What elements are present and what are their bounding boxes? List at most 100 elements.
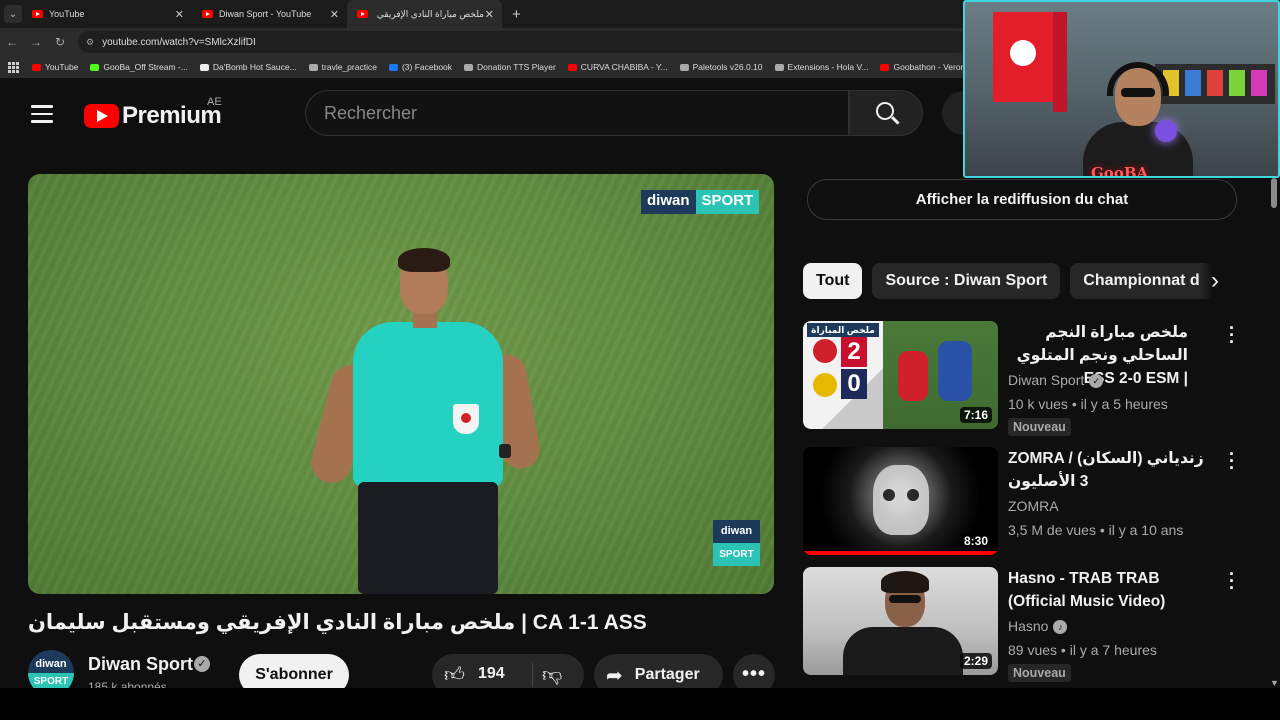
like-count[interactable]: 194 (478, 665, 505, 683)
bookmark-item[interactable]: (3) Facebook (388, 62, 452, 72)
bookmark-item[interactable]: CURVA CHABIBA - Y... (567, 62, 668, 72)
bookmark-item[interactable]: Donation TTS Player (464, 62, 556, 72)
referee-badge-icon (453, 404, 479, 434)
more-vert-icon[interactable]: · · · (1227, 565, 1237, 597)
chevron-right-icon[interactable]: › (1200, 263, 1230, 301)
bookmark-favicon-icon (199, 63, 209, 71)
bookmark-item[interactable]: Da'Bomb Hot Sauce... (199, 62, 297, 72)
corner-logo-diwan: diwan (713, 520, 760, 543)
chip-all[interactable]: Tout (803, 263, 863, 299)
search-input[interactable]: Rechercher (305, 90, 849, 136)
forward-icon[interactable]: → (24, 35, 48, 49)
taskbar-area (0, 688, 1280, 720)
bookmark-favicon-icon (32, 63, 41, 71)
new-badge: Nouveau (1008, 664, 1071, 682)
bookmark-favicon-icon (567, 63, 577, 71)
duration: 8:30 (959, 533, 992, 549)
tab-title: Diwan Sport - YouTube (219, 9, 312, 19)
more-vert-icon[interactable]: · · · (1227, 319, 1237, 351)
home-crest-icon (813, 339, 837, 363)
like-icon[interactable]: 👍︎ (444, 663, 465, 687)
reload-icon[interactable]: ↻ (48, 35, 72, 49)
video-thumbnail[interactable]: 2:29 (803, 567, 998, 675)
search-button[interactable] (849, 90, 923, 136)
youtube-play-icon (84, 104, 119, 128)
apps-grid-icon[interactable] (8, 62, 19, 73)
rec-age: il y a 7 heures (1069, 642, 1157, 658)
video-player[interactable]: diwan SPORT diwan SPORT (28, 174, 774, 594)
scoreboard: 2 0 (809, 335, 867, 407)
rec-meta: 3,5 M de vues • il y a 10 ans (1008, 522, 1184, 538)
share-icon: ➦ (606, 664, 623, 687)
bookmark-label: GooBa_Off Stream -... (103, 62, 188, 72)
rec-meta: 89 vues • il y a 7 heures (1008, 642, 1157, 658)
share-label: Partager (634, 666, 700, 683)
bookmark-label: YouTube (45, 62, 79, 72)
verified-badge-icon: ✓ (1089, 374, 1104, 389)
bookmark-label: Donation TTS Player (477, 62, 556, 72)
country-code: AE (207, 96, 222, 108)
tab-close-icon[interactable]: ✕ (175, 8, 184, 21)
bookmark-favicon-icon (90, 63, 100, 71)
bookmark-item[interactable]: Extensions - Hola V... (774, 62, 868, 72)
rec-channel[interactable]: Hasno ♪ (1008, 618, 1068, 635)
artist-badge-icon: ♪ (1053, 620, 1068, 635)
rec-views: 89 vues (1008, 642, 1058, 658)
rec-channel[interactable]: Diwan Sport ✓ (1008, 372, 1104, 389)
dislike-icon[interactable]: 👎︎ (542, 663, 562, 687)
rec-channel[interactable]: ZOMRA (1008, 498, 1059, 514)
watermark-sport: SPORT (695, 190, 760, 214)
more-vert-icon[interactable]: · · · (1227, 445, 1237, 477)
chat-replay-button[interactable]: Afficher la rediffusion du chat (807, 179, 1237, 220)
rec-channel-name: Hasno (1008, 618, 1049, 634)
url-text: youtube.com/watch?v=SMlcXzlifDI (102, 36, 256, 48)
scroll-down-arrow-icon[interactable]: ▼ (1270, 678, 1279, 688)
list-item[interactable]: ملخص المباراة 2 0 7:16 ملخص مباراة النجم… (803, 319, 1243, 436)
search-icon-handle (891, 116, 900, 125)
diwan-sport-watermark: diwan SPORT (641, 190, 760, 214)
list-item[interactable]: 8:30 ZOMRA / (السكان) زندياني 3 الأصليون… (803, 445, 1243, 562)
url-bar[interactable]: ⚙ youtube.com/watch?v=SMlcXzlifDI (78, 31, 968, 53)
rec-title[interactable]: Hasno - TRAB TRAB (Official Music Video) (1008, 567, 1208, 613)
chip-championship[interactable]: Championnat d (1070, 263, 1213, 299)
list-item[interactable]: 2:29 Hasno - TRAB TRAB (Official Music V… (803, 565, 1243, 682)
youtube-favicon-icon (202, 10, 213, 18)
bookmark-label: Paletools v26.0.10 (692, 62, 763, 72)
club-scarf (1053, 12, 1067, 112)
duration: 7:16 (959, 407, 992, 423)
back-icon[interactable]: ← (0, 35, 24, 49)
bookmark-favicon-icon (464, 63, 474, 71)
tab-close-icon[interactable]: ✕ (330, 8, 339, 21)
video-thumbnail[interactable]: 8:30 (803, 447, 998, 555)
corner-logo-sport: SPORT (713, 543, 760, 566)
bookmark-favicon-icon (774, 63, 784, 71)
bookmark-item[interactable]: travle_practice (308, 62, 377, 72)
channel-name[interactable]: Diwan Sport (88, 654, 193, 675)
bookmark-item[interactable]: YouTube (32, 62, 78, 72)
watermark-diwan: diwan (641, 190, 696, 214)
bookmark-label: travle_practice (321, 62, 377, 72)
browser-tab-diwan-sport[interactable]: Diwan Sport - YouTube ✕ (192, 0, 347, 28)
bookmark-item[interactable]: Paletools v26.0.10 (679, 62, 763, 72)
menu-icon[interactable] (31, 105, 53, 123)
rec-title[interactable]: ZOMRA / (السكان) زندياني 3 الأصليون (1008, 447, 1208, 493)
page-scrollbar[interactable] (1270, 178, 1278, 688)
tab-search-button[interactable]: ⌄ (4, 5, 22, 23)
tab-close-icon[interactable]: ✕ (485, 8, 494, 21)
rec-age: il y a 10 ans (1108, 522, 1184, 538)
bookmark-favicon-icon (388, 63, 398, 71)
microphone-icon (1155, 120, 1177, 142)
new-tab-icon[interactable]: + (512, 6, 521, 23)
search-placeholder: Rechercher (324, 102, 418, 123)
video-title: ملخص مباراة النادي الإفريقي ومستقبل سليم… (28, 611, 647, 634)
site-info-icon[interactable]: ⚙ (86, 37, 94, 48)
browser-tab-youtube[interactable]: YouTube ✕ (22, 0, 192, 28)
referee-figure (307, 244, 543, 594)
bookmark-label: Da'Bomb Hot Sauce... (212, 62, 297, 72)
browser-tab-current[interactable]: ملخص مباراة النادي الإفريقي ومستقبل سليم… (347, 0, 502, 28)
bookmark-item[interactable]: Goobathon - Veroni... (880, 62, 974, 72)
chip-source[interactable]: Source : Diwan Sport (872, 263, 1061, 299)
youtube-premium-logo[interactable]: Premium (84, 102, 222, 130)
video-thumbnail[interactable]: ملخص المباراة 2 0 7:16 (803, 321, 998, 429)
bookmark-item[interactable]: GooBa_Off Stream -... (90, 62, 188, 72)
